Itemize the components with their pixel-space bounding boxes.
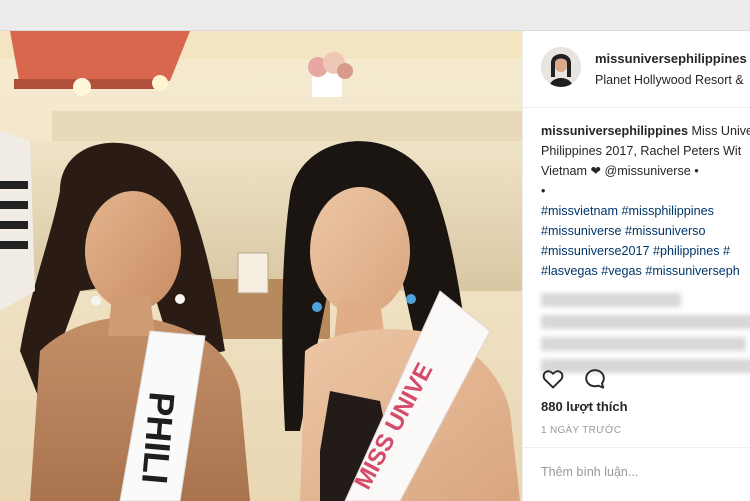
striped-shirt-3 — [0, 221, 28, 229]
right-earring-2 — [406, 294, 416, 304]
caption-username[interactable]: missuniversephilippines — [541, 124, 688, 138]
post-username[interactable]: missuniversephilippines • — [595, 51, 750, 66]
post-header: missuniversephilippines • Planet Hollywo… — [523, 31, 750, 108]
striped-shirt-4 — [0, 241, 28, 249]
menu-card — [237, 252, 269, 294]
post-location[interactable]: Planet Hollywood Resort & — [595, 73, 744, 87]
browser-top-strip — [0, 0, 750, 30]
caption-hashtags-4[interactable]: #lasvegas #vegas #missuniverseph — [541, 261, 750, 281]
caption-hashtags-3[interactable]: #missuniverse2017 #philippines # — [541, 241, 750, 261]
left-person-neck — [108, 296, 155, 336]
caption-hashtags-2[interactable]: #missuniverse #missuniverso — [541, 221, 750, 241]
wall-light-1 — [73, 78, 91, 96]
instagram-post: PHILI MISS UNIVE missuniversephilippines… — [0, 30, 750, 501]
left-sash-text: PHILI — [134, 390, 183, 485]
likes-count[interactable]: 880 lượt thích — [541, 399, 628, 414]
blurred-line — [541, 315, 750, 329]
left-person-face — [85, 191, 181, 311]
avatar[interactable] — [541, 47, 581, 87]
caption-line-4: • — [541, 184, 546, 198]
right-person-face — [310, 187, 410, 315]
striped-shirt-1 — [0, 181, 28, 189]
comment-icon[interactable] — [583, 367, 607, 391]
caption-text-1: Miss Unive — [691, 124, 750, 138]
username-text[interactable]: missuniversephilippines — [595, 51, 747, 66]
post-sidebar: missuniversephilippines • Planet Hollywo… — [522, 31, 750, 501]
striped-shirt-2 — [0, 201, 28, 209]
blurred-line — [541, 337, 746, 351]
caption-line-2: Philippines 2017, Rachel Peters Wit — [541, 144, 742, 158]
post-photo[interactable]: PHILI MISS UNIVE — [0, 31, 522, 501]
caption-line-1: missuniversephilippines Miss Unive — [541, 121, 750, 141]
flowers-3 — [337, 63, 353, 79]
left-earring-2 — [175, 294, 185, 304]
right-earring — [312, 302, 322, 312]
wall-light-2 — [152, 75, 168, 91]
left-earring — [91, 296, 101, 306]
blurred-line — [541, 293, 681, 307]
post-caption: missuniversephilippines Miss Unive Phili… — [541, 121, 750, 281]
post-actions — [541, 367, 741, 391]
comment-input[interactable] — [541, 460, 741, 484]
ledge — [52, 111, 522, 145]
heart-icon[interactable] — [541, 367, 565, 391]
comment-area — [523, 447, 750, 501]
caption-line-3: Vietnam ❤ @missuniverse • — [541, 164, 699, 178]
caption-hashtags-1[interactable]: #missvietnam #missphilippines — [541, 201, 750, 221]
post-timestamp: 1 NGÀY TRƯỚC — [541, 425, 622, 436]
